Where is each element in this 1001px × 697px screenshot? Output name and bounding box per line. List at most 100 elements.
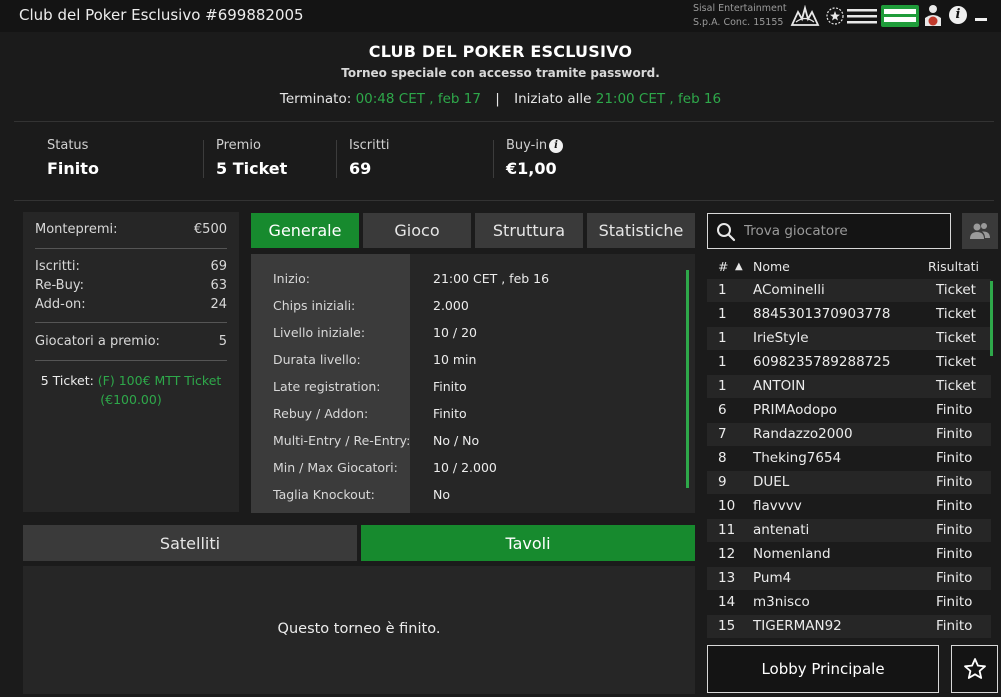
player-row[interactable]: 1 6098235789288725 Ticket xyxy=(707,351,991,374)
detail-value: 10 min xyxy=(433,352,477,367)
detail-label: Livello iniziale: xyxy=(273,325,366,340)
rebuy-value: 63 xyxy=(210,278,227,293)
addon-value: 24 xyxy=(210,297,227,312)
operator-info: Sisal Entertainment S.p.A. Conc. 15155 xyxy=(693,2,787,30)
tab-satelliti[interactable]: Satelliti xyxy=(23,525,357,561)
player-row[interactable]: 15 TIGERMAN92 Finito xyxy=(707,615,991,638)
player-result: Finito xyxy=(936,546,973,562)
tournament-subtitle: Torneo speciale con accesso tramite pass… xyxy=(341,66,660,80)
montepremi-label: Montepremi: xyxy=(35,222,118,237)
player-rank: 6 xyxy=(718,402,727,418)
premio-value: 5 Ticket xyxy=(216,159,288,178)
player-result: Finito xyxy=(936,570,973,586)
player-row[interactable]: 13 Pum4 Finito xyxy=(707,567,991,590)
details-scrollbar[interactable] xyxy=(686,270,689,488)
player-result: Finito xyxy=(936,450,973,466)
player-result: Finito xyxy=(936,498,973,514)
ticket-value: (€100.00) xyxy=(100,392,162,407)
player-rank: 1 xyxy=(718,378,727,394)
window-title: Club del Poker Esclusivo #699882005 xyxy=(19,6,304,24)
player-rank: 9 xyxy=(718,474,727,490)
player-result: Finito xyxy=(936,426,973,442)
name-column-header[interactable]: Nome xyxy=(753,259,790,274)
player-name: ACominelli xyxy=(753,282,825,298)
detail-label: Min / Max Giocatori: xyxy=(273,460,398,475)
player-name: ANTOIN xyxy=(753,378,806,394)
player-rank: 14 xyxy=(718,594,736,610)
player-row[interactable]: 14 m3nisco Finito xyxy=(707,591,991,614)
divider xyxy=(35,360,227,361)
player-name: IrieStyle xyxy=(753,330,809,346)
friends-button[interactable] xyxy=(962,213,998,249)
stat-separator xyxy=(493,140,494,178)
detail-label: Durata livello: xyxy=(273,352,361,367)
premio-label: Premio xyxy=(216,138,261,153)
addon-label: Add-on: xyxy=(35,297,86,312)
giocatori-premio-value: 5 xyxy=(218,334,227,349)
star-icon xyxy=(963,658,986,679)
detail-value: No / No xyxy=(433,433,480,448)
sort-ascending-icon[interactable]: ▲ xyxy=(735,261,743,272)
detail-value: 10 / 2.000 xyxy=(433,460,497,475)
player-result: Finito xyxy=(936,474,973,490)
players-list: 1 ACominelli Ticket 1 8845301370903778 Ticke… xyxy=(707,279,998,639)
player-row[interactable]: 1 ANTOIN Ticket xyxy=(707,375,991,398)
adm-logo xyxy=(788,4,822,28)
started-value: 21:00 CET , feb 16 xyxy=(595,91,722,107)
player-row[interactable]: 1 IrieStyle Ticket xyxy=(707,327,991,350)
player-row[interactable]: 12 Nomenland Finito xyxy=(707,543,991,566)
buyin-info-icon[interactable]: i xyxy=(549,139,563,153)
player-row[interactable]: 1 8845301370903778 Ticket xyxy=(707,303,991,326)
status-label: Status xyxy=(47,138,89,153)
player-name: Nomenland xyxy=(753,546,831,562)
minimize-button[interactable] xyxy=(974,7,988,21)
player-row[interactable]: 11 antenati Finito xyxy=(707,519,991,542)
player-rank: 15 xyxy=(718,618,736,634)
ended-value: 00:48 CET , feb 17 xyxy=(355,91,481,107)
divider xyxy=(35,322,227,323)
player-row[interactable]: 10 flavvvv Finito xyxy=(707,495,991,518)
tournament-times: Terminato: 00:48 CET , feb 17 | Iniziato… xyxy=(0,91,1001,107)
search-input[interactable] xyxy=(744,220,944,242)
iscritti-value: 69 xyxy=(349,159,372,178)
player-name: PRIMAodopo xyxy=(753,402,838,418)
detail-label: Rebuy / Addon: xyxy=(273,406,369,421)
player-row[interactable]: 7 Randazzo2000 Finito xyxy=(707,423,991,446)
player-result: Finito xyxy=(936,522,973,538)
tab-generale[interactable]: Generale xyxy=(251,213,359,248)
player-row[interactable]: 9 DUEL Finito xyxy=(707,471,991,494)
search-box[interactable] xyxy=(707,213,951,249)
rank-column-header[interactable]: # xyxy=(718,259,728,274)
tab-tavoli[interactable]: Tavoli xyxy=(361,525,695,561)
tab-struttura[interactable]: Struttura xyxy=(475,213,583,248)
lobby-principale-button[interactable]: Lobby Principale xyxy=(707,645,939,693)
gioca-il-giusto-logo xyxy=(880,4,920,28)
player-name: Theking7654 xyxy=(753,450,842,466)
player-result: Ticket xyxy=(936,378,976,394)
result-column-header[interactable]: Risultati xyxy=(928,259,979,274)
agenzia-dogane-monopoli-logo xyxy=(824,4,879,28)
player-rank: 1 xyxy=(718,282,727,298)
player-name: Pum4 xyxy=(753,570,792,586)
player-row[interactable]: 8 Theking7654 Finito xyxy=(707,447,991,470)
info-icon[interactable]: i xyxy=(949,6,967,24)
favorite-button[interactable] xyxy=(951,645,998,693)
started-label: Iniziato alle xyxy=(514,91,592,107)
detail-label: Taglia Knockout: xyxy=(273,487,375,502)
detail-label: Late registration: xyxy=(273,379,381,394)
tab-statistiche[interactable]: Statistiche xyxy=(587,213,695,248)
operator-concession: S.p.A. Conc. 15155 xyxy=(693,17,784,28)
player-result: Finito xyxy=(936,618,973,634)
detail-label: Multi-Entry / Re-Entry: xyxy=(273,433,411,448)
player-row[interactable]: 6 PRIMAodopo Finito xyxy=(707,399,991,422)
players-scrollbar[interactable] xyxy=(990,281,993,356)
ticket-count: 5 Ticket: xyxy=(40,373,94,388)
tab-gioco[interactable]: Gioco xyxy=(363,213,471,248)
detail-label: Chips iniziali: xyxy=(273,298,356,313)
prize-ticket: 5 Ticket: (F) 100€ MTT Ticket (€100.00) xyxy=(31,371,231,409)
giocatori-premio-row: Giocatori a premio: 5 xyxy=(35,334,227,349)
player-row[interactable]: 1 ACominelli Ticket xyxy=(707,279,991,302)
player-name: 8845301370903778 xyxy=(753,306,891,322)
rebuy-label: Re-Buy: xyxy=(35,278,84,293)
18-plus-logo xyxy=(922,4,944,28)
